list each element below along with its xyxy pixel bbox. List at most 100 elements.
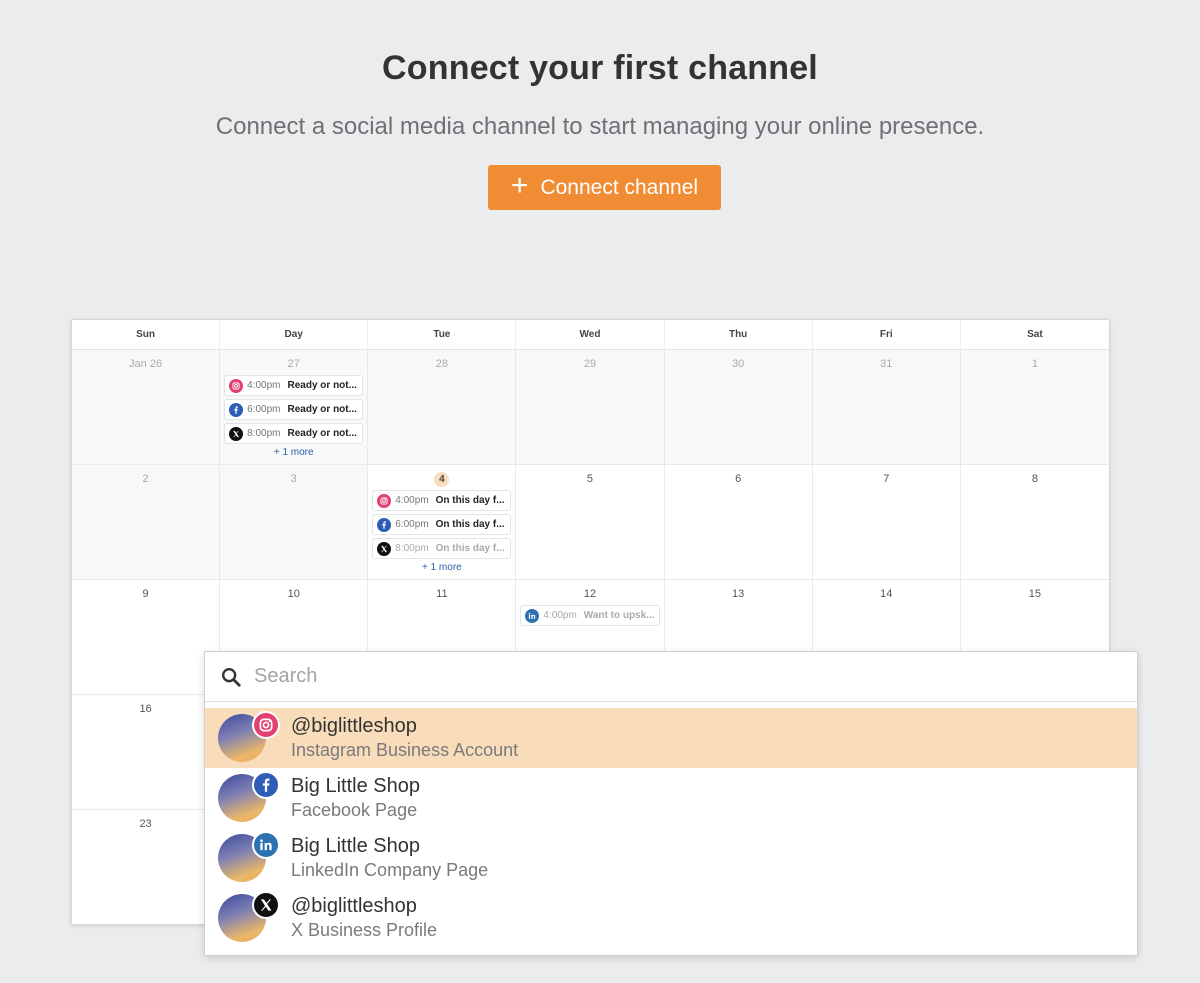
calendar-day-cell[interactable]: 9 — [72, 580, 221, 695]
date-label: 30 — [665, 357, 812, 371]
instagram-icon — [252, 711, 280, 739]
channel-name: @biglittleshop — [291, 715, 417, 737]
search-input[interactable] — [254, 665, 1054, 688]
date-number: 12 — [583, 588, 597, 600]
calendar-day-cell[interactable]: 31 — [812, 350, 961, 465]
date-label: 23 — [72, 817, 219, 831]
scheduled-post[interactable]: 4:00pm On this day f... — [372, 490, 512, 511]
more-posts-link[interactable]: + 1 more — [220, 447, 367, 458]
facebook-icon — [377, 517, 392, 532]
date-label: 15 — [961, 587, 1109, 601]
date-number: 5 — [586, 473, 594, 485]
weekday-label: Tue — [368, 320, 517, 350]
post-time: 4:00pm — [247, 380, 281, 391]
page-subtitle: Connect a social media channel to start … — [215, 113, 985, 140]
calendar-day-cell[interactable]: 6 — [664, 465, 813, 580]
calendar-day-cell[interactable]: 4 4:00pm On this day f... 6:00pm On this day… — [368, 465, 517, 580]
connect-channel-button[interactable]: + Connect channel — [488, 165, 721, 210]
calendar-day-cell[interactable]: 1 — [960, 350, 1109, 465]
date-number: 31 — [880, 358, 893, 370]
channel-option-x[interactable]: @biglittleshop X Business Profile — [205, 888, 1137, 948]
post-title: On this day f... — [435, 543, 505, 554]
calendar-day-cell[interactable]: 28 — [368, 350, 517, 465]
weekday-label: Day — [220, 320, 369, 350]
instagram-icon — [229, 378, 244, 393]
calendar-day-cell[interactable]: Jan 26 — [72, 350, 221, 465]
channel-info: @biglittleshop X Business Profile — [291, 894, 437, 942]
post-title: Want to upsk... — [583, 610, 655, 621]
calendar-day-cell[interactable]: 8 — [960, 465, 1109, 580]
calendar-day-cell[interactable]: 7 — [812, 465, 961, 580]
post-time: 8:00pm — [247, 428, 281, 439]
scheduled-posts: 4:00pm On this day f... 6:00pm On this day … — [368, 490, 515, 559]
date-number: 3 — [290, 473, 297, 485]
channel-type: LinkedIn Company Page — [291, 860, 489, 880]
linkedin-icon — [252, 831, 280, 859]
post-time: 6:00pm — [247, 404, 281, 415]
calendar-day-cell[interactable]: 16 — [72, 695, 221, 810]
date-number: 28 — [435, 358, 448, 370]
facebook-icon — [229, 402, 244, 417]
weekday-label: Sun — [72, 320, 221, 350]
date-label: 10 — [220, 587, 367, 601]
date-number: 14 — [880, 588, 893, 600]
avatar — [218, 891, 280, 942]
scheduled-post[interactable]: 4:00pm Ready or not... — [224, 375, 364, 396]
calendar-day-cell[interactable]: 29 — [516, 350, 665, 465]
date-label: 31 — [813, 357, 960, 371]
date-label: 28 — [368, 357, 515, 371]
more-posts-link[interactable]: + 1 more — [368, 562, 515, 573]
channel-info: @biglittleshop Instagram Business Account — [291, 714, 518, 762]
channel-option-instagram[interactable]: @biglittleshop Instagram Business Account — [205, 708, 1137, 768]
calendar-day-cell[interactable]: 2 — [72, 465, 221, 580]
scheduled-posts: 4:00pm Want to upsk... — [516, 605, 663, 626]
channel-option-facebook[interactable]: Big Little Shop Facebook Page — [205, 768, 1137, 828]
scheduled-post[interactable]: 6:00pm Ready or not... — [224, 399, 364, 420]
date-number: 2 — [142, 473, 149, 485]
channel-option-linkedin[interactable]: Big Little Shop LinkedIn Company Page — [205, 828, 1137, 888]
calendar-day-cell[interactable]: 27 4:00pm Ready or not... 6:00pm Ready or no… — [220, 350, 369, 465]
x-icon — [229, 426, 244, 441]
date-label: 27 — [220, 357, 367, 371]
calendar-day-cell[interactable]: 30 — [664, 350, 813, 465]
post-time: 4:00pm — [395, 495, 429, 506]
scheduled-post[interactable]: 4:00pm Want to upsk... — [520, 605, 660, 626]
avatar — [218, 711, 280, 762]
weekday-label: Thu — [665, 320, 813, 350]
date-number: 16 — [139, 703, 152, 715]
instagram-icon — [377, 493, 392, 508]
date-number: 13 — [732, 588, 745, 600]
post-time: 6:00pm — [395, 519, 429, 530]
date-number: 30 — [732, 358, 745, 370]
scheduled-post[interactable]: 6:00pm On this day f... — [372, 514, 512, 535]
date-number: 15 — [1028, 588, 1042, 600]
avatar — [218, 831, 280, 882]
date-label: 14 — [813, 587, 960, 601]
plus-icon: + — [510, 169, 529, 202]
channel-type: X Business Profile — [291, 920, 438, 940]
calendar-day-cell[interactable]: 23 — [72, 810, 221, 924]
scheduled-post[interactable]: 8:00pm Ready or not... — [224, 423, 364, 444]
calendar-day-cell[interactable]: 5 — [516, 465, 665, 580]
weekday-label: Fri — [813, 320, 961, 350]
x-icon — [252, 891, 280, 919]
date-number: 9 — [142, 588, 149, 600]
date-number: 23 — [139, 818, 152, 830]
post-title: On this day f... — [435, 519, 505, 530]
date-number: 10 — [287, 588, 300, 600]
date-label: 3 — [220, 472, 367, 486]
date-label: 8 — [961, 472, 1109, 486]
date-number: 27 — [287, 358, 300, 370]
date-label: 2 — [72, 472, 219, 486]
date-number: 7 — [883, 473, 890, 485]
date-number: 11 — [436, 588, 448, 600]
scheduled-post[interactable]: 8:00pm On this day f... — [372, 538, 512, 559]
date-label: 6 — [665, 472, 812, 486]
avatar — [218, 771, 280, 822]
linkedin-icon — [525, 608, 540, 623]
date-label: 9 — [72, 587, 219, 601]
post-title: Ready or not... — [287, 404, 357, 415]
calendar-day-cell[interactable]: 3 — [220, 465, 369, 580]
channel-options-list: @biglittleshop Instagram Business Account… — [205, 708, 1137, 948]
channel-name: Big Little Shop — [291, 835, 420, 857]
